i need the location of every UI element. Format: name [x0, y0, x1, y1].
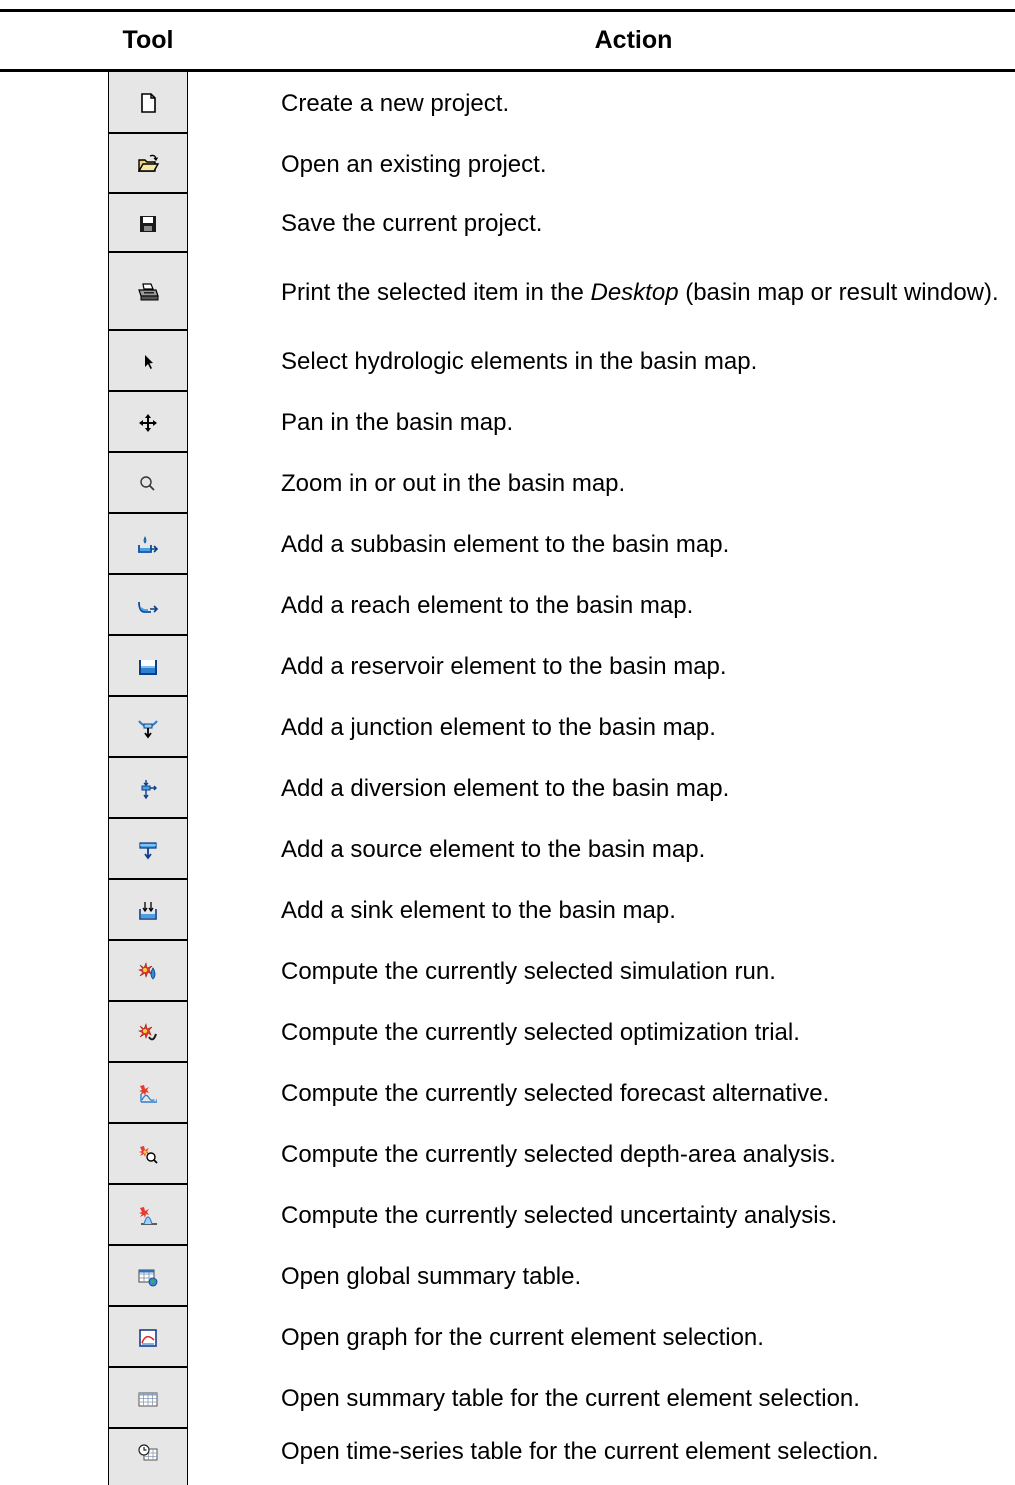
- table-row: Compute the currently selected forecast …: [0, 1063, 1015, 1124]
- column-header-action: Action: [594, 26, 673, 54]
- table-row: Add a diversion element to the basin map…: [0, 758, 1015, 819]
- table-row: Open time-series table for the current e…: [0, 1429, 1015, 1485]
- table-row: Compute the currently selected depth-are…: [0, 1124, 1015, 1185]
- compute-optimization-icon[interactable]: [108, 1002, 188, 1063]
- action-text: Add a subbasin element to the basin map.: [281, 531, 730, 558]
- action-text: Add a reach element to the basin map.: [281, 592, 694, 619]
- arrow-cursor-icon[interactable]: [108, 331, 188, 392]
- compute-uncertainty-icon[interactable]: [108, 1185, 188, 1246]
- pan-arrows-icon[interactable]: [108, 392, 188, 453]
- table-row: Print the selected item in the Desktop (…: [0, 253, 1015, 331]
- diversion-icon[interactable]: [108, 758, 188, 819]
- action-text: Print the selected item in the Desktop (…: [281, 278, 999, 306]
- reach-icon[interactable]: [108, 575, 188, 636]
- subbasin-icon[interactable]: [108, 514, 188, 575]
- action-text: Open graph for the current element selec…: [281, 1324, 764, 1351]
- table-row: Open global summary table.: [0, 1246, 1015, 1307]
- magnifier-icon[interactable]: [108, 453, 188, 514]
- action-text: Open global summary table.: [281, 1263, 582, 1290]
- compute-simulation-icon[interactable]: [108, 941, 188, 1002]
- action-text: Compute the currently selected forecast …: [281, 1080, 830, 1107]
- action-text: Add a source element to the basin map.: [281, 836, 706, 863]
- action-text: Save the current project.: [281, 210, 543, 237]
- table-row: Compute the currently selected simulatio…: [0, 941, 1015, 1002]
- table-row: Add a source element to the basin map.: [0, 819, 1015, 880]
- action-text: Add a junction element to the basin map.: [281, 714, 716, 741]
- compute-forecast-icon[interactable]: [108, 1063, 188, 1124]
- action-text: Select hydrologic elements in the basin …: [281, 348, 758, 375]
- action-text: Open an existing project.: [281, 150, 547, 178]
- table-row: Open summary table for the current eleme…: [0, 1368, 1015, 1429]
- source-icon[interactable]: [108, 819, 188, 880]
- action-text: Compute the currently selected optimizat…: [281, 1019, 800, 1046]
- table-top-rule: [0, 9, 1015, 12]
- junction-icon[interactable]: [108, 697, 188, 758]
- table-row: Open an existing project.: [0, 134, 1015, 194]
- table-row: Add a reservoir element to the basin map…: [0, 636, 1015, 697]
- table-row: Add a junction element to the basin map.: [0, 697, 1015, 758]
- action-text: Add a diversion element to the basin map…: [281, 775, 730, 802]
- table-row: Pan in the basin map.: [0, 392, 1015, 453]
- summary-table-icon[interactable]: [108, 1368, 188, 1429]
- table-row: Compute the currently selected uncertain…: [0, 1185, 1015, 1246]
- global-summary-table-icon[interactable]: [108, 1246, 188, 1307]
- action-text: Zoom in or out in the basin map.: [281, 470, 626, 497]
- printer-icon[interactable]: [108, 253, 188, 331]
- action-text: Add a sink element to the basin map.: [281, 897, 676, 924]
- action-text: Pan in the basin map.: [281, 409, 514, 436]
- action-text: Compute the currently selected uncertain…: [281, 1202, 838, 1229]
- time-series-table-icon[interactable]: [108, 1429, 188, 1485]
- new-document-icon[interactable]: [108, 72, 188, 134]
- sink-icon[interactable]: [108, 880, 188, 941]
- open-folder-icon[interactable]: [108, 134, 188, 194]
- action-text: Open summary table for the current eleme…: [281, 1385, 860, 1412]
- column-header-tool: Tool: [122, 26, 174, 54]
- action-text: Open time-series table for the current e…: [281, 1438, 879, 1465]
- table-row: Save the current project.: [0, 194, 1015, 253]
- reservoir-icon[interactable]: [108, 636, 188, 697]
- table-row: Compute the currently selected optimizat…: [0, 1002, 1015, 1063]
- table-row: Open graph for the current element selec…: [0, 1307, 1015, 1368]
- graph-icon[interactable]: [108, 1307, 188, 1368]
- table-row: Add a sink element to the basin map.: [0, 880, 1015, 941]
- action-text: Create a new project.: [281, 89, 510, 117]
- table-row: Zoom in or out in the basin map.: [0, 453, 1015, 514]
- compute-depth-area-icon[interactable]: [108, 1124, 188, 1185]
- action-text: Compute the currently selected simulatio…: [281, 958, 776, 985]
- save-disk-icon[interactable]: [108, 194, 188, 253]
- table-row: Create a new project.: [0, 72, 1015, 134]
- table-row: Add a subbasin element to the basin map.: [0, 514, 1015, 575]
- action-text: Compute the currently selected depth-are…: [281, 1141, 836, 1168]
- action-text: Add a reservoir element to the basin map…: [281, 653, 727, 680]
- table-row: Select hydrologic elements in the basin …: [0, 331, 1015, 392]
- table-row: Add a reach element to the basin map.: [0, 575, 1015, 636]
